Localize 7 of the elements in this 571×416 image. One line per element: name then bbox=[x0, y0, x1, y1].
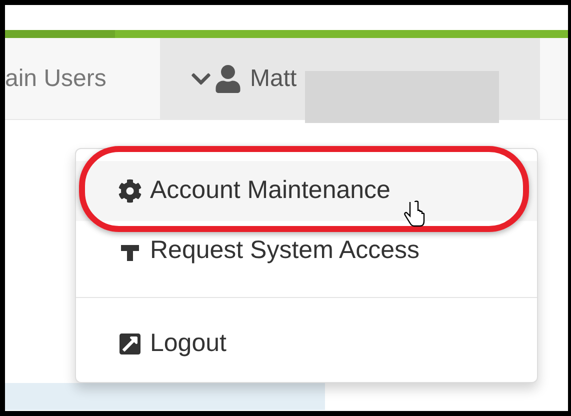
nav-link[interactable]: ain Users bbox=[5, 38, 160, 119]
menu-item[interactable]: Logout bbox=[76, 314, 537, 374]
menu-item[interactable]: Account Maintenance bbox=[76, 161, 537, 221]
user-icon bbox=[214, 64, 242, 92]
pointer-cursor-icon bbox=[403, 200, 427, 228]
share-icon bbox=[118, 332, 142, 356]
gear-icon bbox=[118, 179, 142, 203]
